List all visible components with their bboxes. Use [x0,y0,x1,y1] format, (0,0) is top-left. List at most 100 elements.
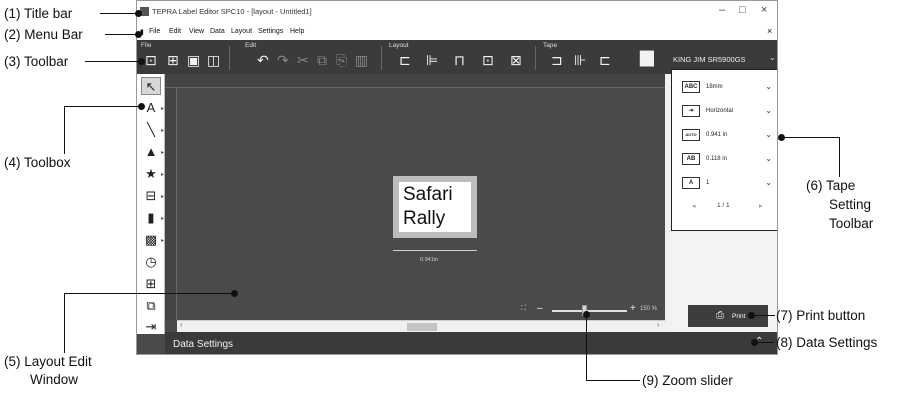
direction-icon: ⇥ [682,105,700,117]
new-file-icon[interactable]: ⊡ [145,53,157,67]
margin-select[interactable]: AB 0.118 in ⌄ [682,152,772,172]
arrange-icon[interactable]: ⊏ [399,53,411,67]
minimize-button[interactable]: – [719,4,725,16]
tape-feed-icon[interactable]: ⊪ [574,53,586,67]
toolbar-separator [229,46,230,70]
chevron-down-icon[interactable]: ⌄ [765,178,772,187]
leader-line [586,314,587,380]
toolbar-group-edit: Edit [245,42,257,49]
zoom-out-button[interactable]: – [537,303,543,314]
image-tool-icon[interactable]: ▲ [141,143,161,161]
tape-width-select[interactable]: ABC 18mm ⌄ [682,80,772,100]
import-tool-icon[interactable]: ⇥ [141,318,161,336]
zoom-slider-track[interactable] [552,310,627,312]
page-prev-icon[interactable]: ◂ [692,202,696,210]
window-title: TEPRA Label Editor SPC10 - [layout - Unt… [152,7,312,16]
copies-icon: A [682,177,700,189]
book-icon[interactable]: ◫ [207,53,220,67]
frame-tool-icon[interactable]: ⊟ [141,187,161,205]
print-direction-select[interactable]: ⇥ Horizontal ⌄ [682,104,772,124]
close-button[interactable]: × [761,4,767,16]
print-button-label: Print [732,313,746,320]
submenu-arrow-icon[interactable]: ▸ [161,105,164,112]
tape-cut-icon[interactable]: ⊐ [551,53,563,67]
undo-icon[interactable]: ↶ [257,53,269,67]
printer-name[interactable]: KING JIM SR5900GS [673,55,746,64]
fit-to-window-icon[interactable]: ⛶ [521,305,526,313]
layout-tool-icon[interactable]: ⧉ [141,297,161,315]
tape-width-icon: ABC [682,81,700,93]
paste-icon[interactable]: ⎘ [336,53,347,67]
horizontal-scrollbar[interactable]: ‹ › [177,320,665,332]
center-icon[interactable]: ⊡ [482,53,494,67]
submenu-arrow-icon[interactable]: ▸ [161,171,164,178]
order-icon[interactable]: ⊓ [454,53,465,67]
printer-chevron-icon[interactable]: ⌄ [769,53,776,62]
qrcode-tool-icon[interactable]: ▩ [141,231,161,249]
toolbar-group-tape: Tape [543,42,558,49]
tape-length-select[interactable]: AUTO 0.941 in ⌄ [682,128,772,148]
callout-toolbar: (3) Toolbar [4,54,69,69]
redo-icon[interactable]: ↷ [277,53,289,67]
vertical-ruler [165,88,177,320]
menu-help[interactable]: Help [290,28,304,35]
chevron-down-icon[interactable]: ⌄ [765,154,772,163]
scrollbar-thumb[interactable] [407,323,437,331]
copy-icon[interactable]: ⧉ [317,53,327,67]
delete-icon[interactable]: ▥ [355,53,368,67]
menu-settings[interactable]: Settings [258,28,283,35]
submenu-arrow-icon[interactable]: ▸ [161,127,164,134]
document-close-button[interactable]: × [767,26,772,36]
submenu-arrow-icon[interactable]: ▸ [161,237,164,244]
print-button[interactable]: ⎙ Print [688,305,768,327]
leader-dot [778,134,785,141]
chevron-down-icon[interactable]: ⌄ [765,82,772,91]
submenu-arrow-icon[interactable]: ▸ [161,215,164,222]
distribute-icon[interactable]: ⊠ [510,53,522,67]
cut-icon[interactable]: ✂ [297,53,309,67]
page-next-icon[interactable]: ▸ [759,202,763,210]
label-dimension: 0.941in [420,257,439,263]
table-tool-icon[interactable]: ⊞ [141,275,161,293]
menu-data[interactable]: Data [210,28,225,35]
printer-device-icon: ▆ [640,46,654,66]
scroll-right-icon[interactable]: › [657,322,659,329]
date-time-tool-icon[interactable]: ◷ [141,253,161,271]
open-file-icon[interactable]: ⊞ [167,53,179,67]
select-tool-icon[interactable]: ↖ [141,77,161,95]
align-icon[interactable]: ⊫ [426,53,438,67]
menu-bar: ▮ File Edit View Data Layout Settings He… [137,23,777,40]
label-text-line-1[interactable]: Safari [403,184,453,206]
leader-line [105,34,138,35]
leader-dot [748,312,755,319]
menu-file[interactable]: File [149,28,160,35]
leader-line [100,13,138,14]
callout-toolbox: (4) Toolbox [4,155,71,170]
scroll-left-icon[interactable]: ‹ [180,322,182,329]
symbol-tool-icon[interactable]: ★ [141,165,161,183]
data-settings-bar[interactable]: Data Settings ⌃ [165,332,777,354]
copies-select[interactable]: A 1 ⌄ [682,176,772,196]
callout-tape-setting-3: Toolbar [829,216,874,231]
callout-tape-setting: (6) Tape [806,178,856,193]
save-icon[interactable]: ▣ [187,53,200,67]
chevron-down-icon[interactable]: ⌄ [765,130,772,139]
callout-zoom-slider: (9) Zoom slider [642,373,733,388]
half-cut-icon[interactable]: ⊏ [599,53,611,67]
barcode-tool-icon[interactable]: ▮ [141,209,161,227]
leader-line [64,293,65,353]
menu-view[interactable]: View [189,28,204,35]
submenu-arrow-icon[interactable]: ▸ [161,193,164,200]
callout-tape-setting-2: Setting [829,197,872,212]
direction-value: Horizontal [706,108,734,114]
tape-width-value: 18mm [706,84,723,90]
menu-edit[interactable]: Edit [169,28,181,35]
zoom-in-button[interactable]: + [630,303,636,314]
chevron-down-icon[interactable]: ⌄ [765,106,772,115]
menu-layout[interactable]: Layout [231,28,252,35]
maximize-button[interactable]: □ [739,4,746,16]
data-settings-label: Data Settings [173,339,234,350]
line-tool-icon[interactable]: ╲ [141,121,161,139]
submenu-arrow-icon[interactable]: ▸ [161,149,164,156]
label-text-line-2[interactable]: Rally [403,208,445,230]
